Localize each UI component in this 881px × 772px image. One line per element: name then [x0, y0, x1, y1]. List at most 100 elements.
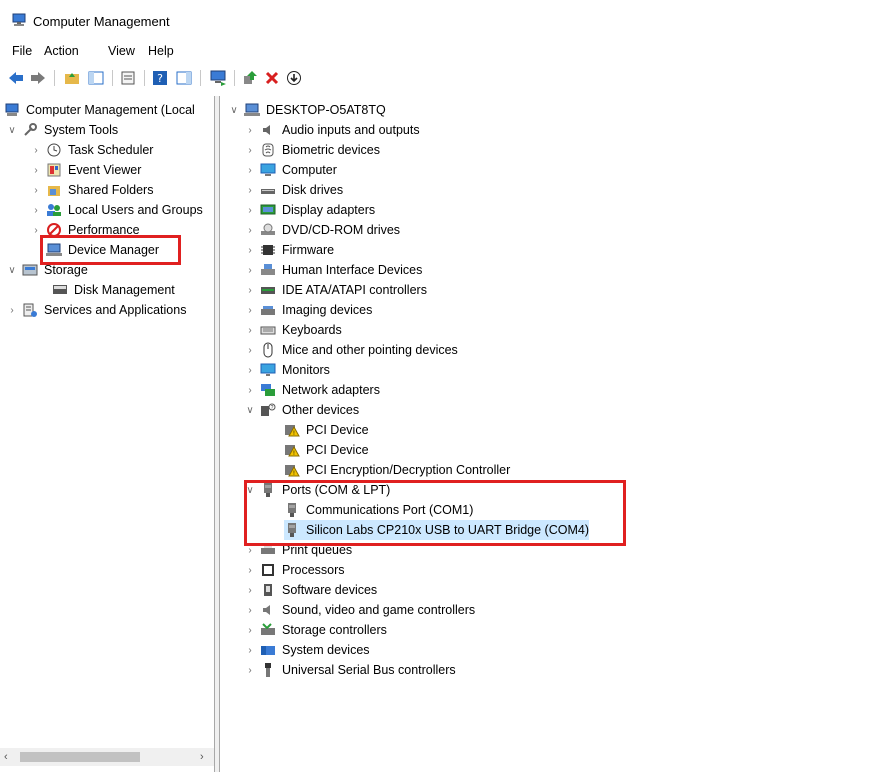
chevron-right-icon[interactable]: ›: [6, 300, 18, 320]
chevron-right-icon[interactable]: ›: [244, 620, 256, 640]
chevron-right-icon[interactable]: ›: [244, 340, 256, 360]
chevron-down-icon[interactable]: ∨: [244, 400, 256, 420]
chevron-right-icon[interactable]: ›: [244, 200, 256, 220]
device-category-row[interactable]: › Imaging devices: [244, 300, 372, 320]
update-driver-icon[interactable]: [240, 68, 260, 88]
chevron-right-icon[interactable]: ›: [244, 120, 256, 140]
menu-file[interactable]: File: [12, 44, 32, 58]
chevron-right-icon[interactable]: ›: [30, 200, 42, 220]
show-hide-console-tree-icon[interactable]: [86, 68, 106, 88]
device-category-row[interactable]: ∨? Other devices: [244, 400, 359, 420]
tree-item-event-viewer[interactable]: › Event Viewer: [30, 160, 141, 180]
tree-item-local-users[interactable]: › Local Users and Groups: [30, 200, 203, 220]
storage-icon: [22, 262, 38, 278]
device-category-row[interactable]: › Human Interface Devices: [244, 260, 422, 280]
back-arrow-icon[interactable]: [6, 68, 26, 88]
tree-item-shared-folders[interactable]: › Shared Folders: [30, 180, 153, 200]
device-category-row[interactable]: ! PCI Device: [284, 440, 369, 460]
tree-label: System Tools: [44, 123, 119, 137]
scroll-left-icon[interactable]: ‹: [4, 751, 8, 763]
device-computer-root[interactable]: ∨ DESKTOP-O5AT8TQ: [228, 100, 385, 120]
chevron-down-icon[interactable]: ∨: [228, 100, 240, 120]
tree-label: Local Users and Groups: [68, 203, 203, 217]
scan-hardware-icon[interactable]: [284, 68, 304, 88]
device-category-row[interactable]: › Storage controllers: [244, 620, 387, 640]
keyboard-icon: [260, 322, 276, 338]
chevron-right-icon[interactable]: ›: [244, 560, 256, 580]
warning-device-icon: !: [284, 462, 300, 478]
chevron-right-icon[interactable]: ›: [244, 660, 256, 680]
chevron-right-icon[interactable]: ›: [244, 260, 256, 280]
device-category-row[interactable]: › Disk drives: [244, 180, 343, 200]
chevron-right-icon[interactable]: ›: [30, 140, 42, 160]
forward-arrow-icon[interactable]: [28, 68, 48, 88]
up-folder-icon[interactable]: [62, 68, 82, 88]
device-category-row[interactable]: › Firmware: [244, 240, 334, 260]
chevron-right-icon[interactable]: ›: [244, 640, 256, 660]
scroll-right-icon[interactable]: ›: [200, 751, 204, 763]
chevron-right-icon[interactable]: ›: [244, 380, 256, 400]
menu-help[interactable]: Help: [148, 44, 174, 58]
tree-item-services[interactable]: › Services and Applications: [6, 300, 186, 320]
device-category-row[interactable]: › IDE ATA/ATAPI controllers: [244, 280, 427, 300]
connect-computer-icon[interactable]: [208, 68, 228, 88]
tree-item-root[interactable]: Computer Management (Local: [4, 100, 195, 120]
horizontal-scrollbar[interactable]: ‹ ›: [0, 748, 214, 766]
device-label: PCI Device: [306, 443, 369, 457]
services-icon: [22, 302, 38, 318]
device-label: Processors: [282, 563, 345, 577]
device-category-row[interactable]: › Computer: [244, 160, 337, 180]
properties-icon[interactable]: [118, 68, 138, 88]
device-category-row[interactable]: › DVD/CD-ROM drives: [244, 220, 400, 240]
device-category-row[interactable]: › Sound, video and game controllers: [244, 600, 475, 620]
chevron-right-icon[interactable]: ›: [244, 280, 256, 300]
device-category-row[interactable]: › Network adapters: [244, 380, 380, 400]
device-category-row[interactable]: › Software devices: [244, 580, 377, 600]
chevron-down-icon[interactable]: ∨: [6, 120, 18, 140]
device-label: Computer: [282, 163, 337, 177]
device-category-row[interactable]: › Mice and other pointing devices: [244, 340, 458, 360]
show-hide-action-pane-icon[interactable]: [174, 68, 194, 88]
device-label: Biometric devices: [282, 143, 380, 157]
chevron-right-icon[interactable]: ›: [244, 220, 256, 240]
chevron-right-icon[interactable]: ›: [244, 160, 256, 180]
chevron-right-icon[interactable]: ›: [30, 180, 42, 200]
menu-action[interactable]: Action: [44, 44, 79, 58]
chevron-right-icon[interactable]: ›: [244, 320, 256, 340]
device-manager-highlight: [40, 235, 181, 265]
menu-view[interactable]: View: [108, 44, 135, 58]
pane-divider[interactable]: [215, 96, 220, 772]
hid-icon: [260, 262, 276, 278]
device-category-row[interactable]: › Processors: [244, 560, 345, 580]
tree-item-task-scheduler[interactable]: › Task Scheduler: [30, 140, 153, 160]
device-category-row[interactable]: › Audio inputs and outputs: [244, 120, 419, 140]
device-category-row[interactable]: › Universal Serial Bus controllers: [244, 660, 456, 680]
tree-item-disk-management[interactable]: Disk Management: [52, 280, 175, 300]
device-category-row[interactable]: › Display adapters: [244, 200, 375, 220]
scroll-thumb[interactable]: [20, 752, 140, 762]
device-label: Universal Serial Bus controllers: [282, 663, 456, 677]
chevron-right-icon[interactable]: ›: [244, 240, 256, 260]
device-category-row[interactable]: › Monitors: [244, 360, 330, 380]
chevron-down-icon[interactable]: ∨: [6, 260, 18, 280]
chevron-right-icon[interactable]: ›: [30, 160, 42, 180]
device-category-row[interactable]: ! PCI Device: [284, 420, 369, 440]
device-category-row[interactable]: ! PCI Encryption/Decryption Controller: [284, 460, 510, 480]
audio-icon: [260, 122, 276, 138]
device-tree[interactable]: ∨ DESKTOP-O5AT8TQ › Audio inputs and outp…: [222, 96, 881, 772]
device-category-row[interactable]: › Biometric devices: [244, 140, 380, 160]
chevron-right-icon[interactable]: ›: [244, 600, 256, 620]
device-label: PCI Device: [306, 423, 369, 437]
device-category-row[interactable]: › System devices: [244, 640, 369, 660]
device-category-row[interactable]: › Keyboards: [244, 320, 341, 340]
help-icon[interactable]: ?: [150, 68, 170, 88]
chevron-right-icon[interactable]: ›: [244, 580, 256, 600]
tree-item-system-tools[interactable]: ∨ System Tools: [6, 120, 118, 140]
chevron-right-icon[interactable]: ›: [244, 140, 256, 160]
chevron-right-icon[interactable]: ›: [244, 300, 256, 320]
chevron-right-icon[interactable]: ›: [244, 180, 256, 200]
console-tree[interactable]: Computer Management (Local ∨ System Tool…: [0, 96, 215, 772]
chevron-right-icon[interactable]: ›: [244, 360, 256, 380]
tree-label: Services and Applications: [44, 303, 187, 317]
uninstall-device-icon[interactable]: [262, 68, 282, 88]
